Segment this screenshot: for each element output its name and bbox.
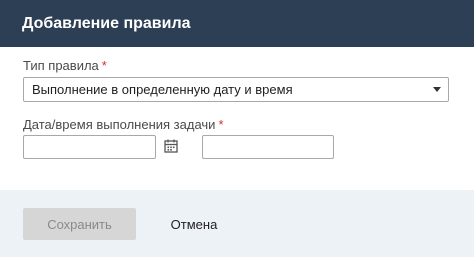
dialog-body: Тип правила * Выполнение в определенную д… bbox=[0, 47, 474, 190]
rule-type-label: Тип правила * bbox=[23, 58, 107, 73]
cancel-button[interactable]: Отмена bbox=[158, 208, 230, 240]
dropdown-arrow-icon[interactable] bbox=[433, 87, 441, 92]
task-datetime-label: Дата/время выполнения задачи * bbox=[23, 117, 224, 132]
rule-type-select[interactable]: Выполнение в определенную дату и время bbox=[23, 77, 449, 102]
add-rule-dialog: Добавление правила Тип правила * Выполнен… bbox=[0, 0, 474, 257]
dialog-header: Добавление правила bbox=[0, 0, 474, 47]
rule-type-selected-value: Выполнение в определенную дату и время bbox=[32, 82, 293, 97]
rule-type-label-text: Тип правила bbox=[23, 58, 99, 73]
time-input[interactable] bbox=[202, 135, 334, 159]
dialog-title: Добавление правила bbox=[22, 14, 191, 32]
date-input[interactable] bbox=[23, 135, 156, 159]
required-mark: * bbox=[218, 117, 224, 132]
calendar-icon[interactable] bbox=[163, 138, 179, 154]
task-datetime-label-text: Дата/время выполнения задачи bbox=[23, 117, 216, 132]
required-mark: * bbox=[101, 58, 107, 73]
dialog-footer: Сохранить Отмена bbox=[0, 190, 474, 257]
save-button[interactable]: Сохранить bbox=[23, 208, 136, 240]
